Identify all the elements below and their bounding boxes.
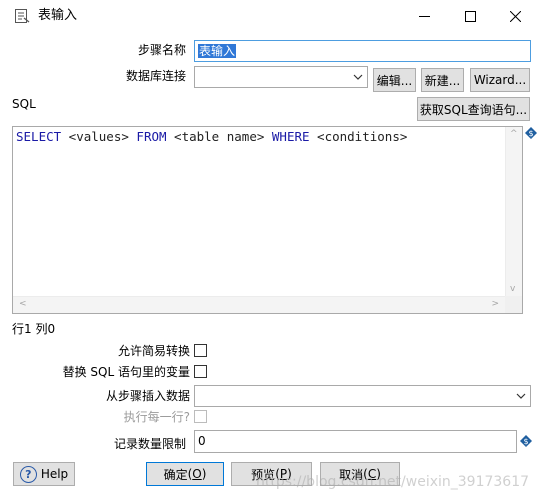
lazy-conversion-checkbox[interactable]: [194, 344, 207, 357]
window-title: 表输入: [38, 8, 78, 23]
replace-variables-label: 替换 SQL 语句里的变量: [62, 365, 190, 379]
sql-values-placeholder: <values>: [61, 129, 137, 144]
ok-button[interactable]: 确定(O): [146, 462, 224, 486]
scroll-corner: [505, 296, 522, 313]
replace-variables-checkbox[interactable]: [194, 365, 207, 378]
step-name-value: 表输入: [198, 44, 237, 58]
chevron-down-icon: [516, 393, 526, 399]
maximize-icon: [464, 10, 476, 22]
help-icon: ?: [19, 465, 37, 483]
table-input-icon: [15, 9, 30, 23]
vertical-scrollbar[interactable]: ^ v: [505, 127, 522, 297]
insert-from-step-select[interactable]: [194, 385, 531, 407]
title-bar: 表输入: [0, 0, 545, 32]
minimize-icon: [418, 15, 430, 17]
sql-label: SQL: [12, 97, 36, 111]
close-button[interactable]: [493, 0, 537, 32]
edit-connection-button[interactable]: 编辑...: [373, 68, 416, 92]
ok-shortcut: O: [192, 467, 202, 481]
help-button[interactable]: ? Help: [13, 462, 75, 486]
scroll-down-icon[interactable]: v: [510, 285, 515, 294]
variable-icon: $: [525, 127, 537, 139]
minimize-button[interactable]: [401, 0, 447, 32]
sql-conditions-placeholder: <conditions>: [309, 129, 408, 144]
close-icon: [509, 10, 521, 22]
get-sql-button[interactable]: 获取SQL查询语句...: [417, 97, 530, 121]
new-connection-button[interactable]: 新建...: [421, 68, 464, 92]
sql-keyword-select: SELECT: [16, 129, 62, 144]
wizard-button[interactable]: Wizard...: [470, 68, 530, 92]
db-connection-select[interactable]: [194, 66, 368, 88]
cursor-position: 行1 列0: [12, 322, 56, 336]
scroll-right-icon[interactable]: >: [491, 300, 499, 309]
svg-text:$: $: [523, 437, 528, 446]
chevron-down-icon: [353, 74, 363, 80]
limit-size-input[interactable]: 0: [194, 430, 517, 453]
db-connection-label: 数据库连接: [125, 69, 186, 83]
watermark: https://blog.csdn.net/weixin_39173617: [256, 474, 530, 490]
insert-from-step-label: 从步骤插入数据: [105, 389, 190, 403]
scroll-left-icon[interactable]: <: [19, 300, 27, 309]
sql-keyword-where: WHERE: [271, 129, 310, 144]
limit-size-label: 记录数量限制: [113, 437, 186, 451]
svg-text:$: $: [528, 129, 533, 138]
horizontal-scrollbar[interactable]: < >: [13, 296, 505, 313]
sql-keyword-from: FROM: [136, 129, 167, 144]
execute-each-row-checkbox: [194, 410, 207, 423]
execute-each-row-label: 执行每一行?: [123, 410, 190, 424]
maximize-button[interactable]: [447, 0, 493, 32]
lazy-conversion-label: 允许简易转换: [117, 344, 190, 358]
sql-query: SELECT <values> FROM <table name> WHERE …: [16, 129, 407, 145]
step-name-input[interactable]: 表输入: [194, 40, 531, 62]
sql-editor[interactable]: SELECT <values> FROM <table name> WHERE …: [12, 126, 523, 314]
scroll-up-icon[interactable]: ^: [510, 130, 518, 139]
step-name-label: 步骤名称: [137, 43, 186, 57]
variable-icon: $: [520, 435, 532, 447]
help-button-label: Help: [40, 467, 69, 481]
sql-table-placeholder: <table name>: [166, 129, 272, 144]
ok-button-label: 确定: [163, 467, 188, 482]
